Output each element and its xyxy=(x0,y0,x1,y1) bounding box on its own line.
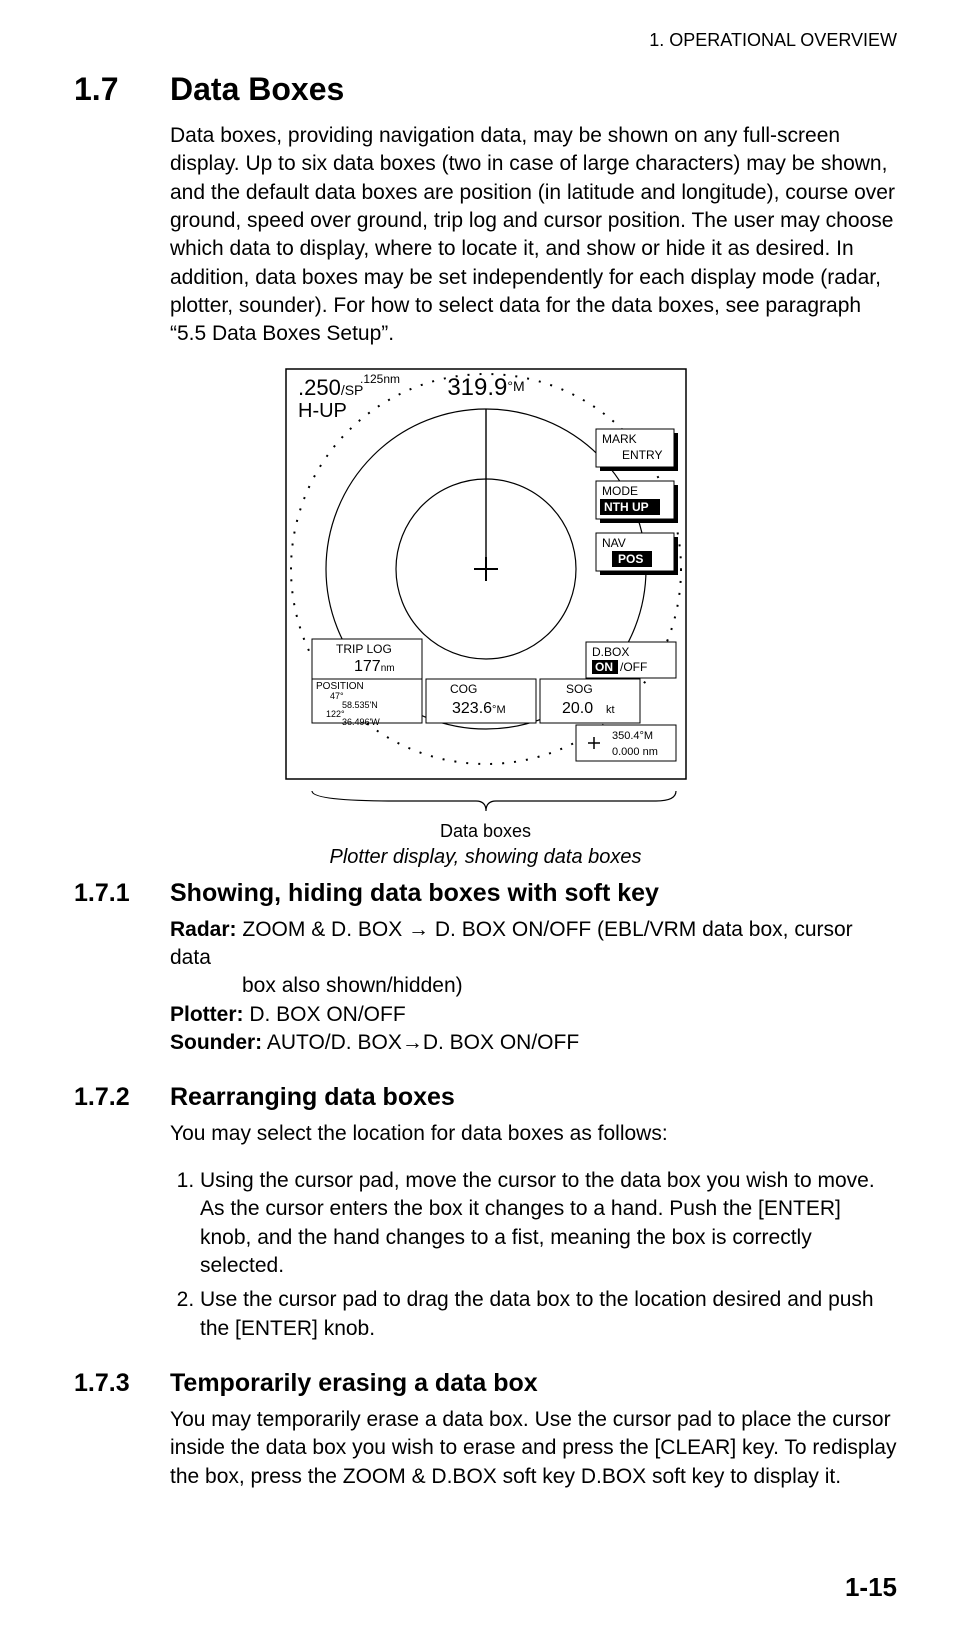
radar-line: Radar: ZOOM & D. BOX → D. BOX ON/OFF (EB… xyxy=(170,916,897,973)
box-sog: SOG 20.0 kt xyxy=(540,679,640,723)
svg-text:MARK: MARK xyxy=(602,432,637,446)
softkey-dbox: D.BOX ON /OFF xyxy=(586,642,676,678)
plotter-line: Plotter: D. BOX ON/OFF xyxy=(170,1001,897,1029)
svg-text:20.0: 20.0 xyxy=(562,700,593,717)
section-paragraph: Data boxes, providing navigation data, m… xyxy=(170,122,897,349)
subsection-173-number: 1.7.3 xyxy=(74,1369,170,1398)
softkey-nav: NAV POS xyxy=(596,533,678,575)
svg-text:D.BOX: D.BOX xyxy=(592,645,629,659)
subsection-173-paragraph: You may temporarily erase a data box. Us… xyxy=(170,1406,897,1491)
svg-text:36.496'W: 36.496'W xyxy=(342,717,380,727)
plotter-figure: .250/SP .125nm H-UP 319.9°M MARK ENTRY M… xyxy=(276,359,696,819)
softkey-mode: MODE NTH UP xyxy=(596,481,678,523)
box-position: POSITION 47° 58.535'N 122° 36.496'W xyxy=(312,679,422,727)
subsection-172-number: 1.7.2 xyxy=(74,1083,170,1112)
svg-text:MODE: MODE xyxy=(602,484,638,498)
svg-text:H-UP: H-UP xyxy=(298,400,347,422)
sounder-line: Sounder: AUTO/D. BOX→D. BOX ON/OFF xyxy=(170,1029,897,1057)
svg-text:TRIP LOG: TRIP LOG xyxy=(336,642,392,656)
figure-caption: Plotter display, showing data boxes xyxy=(74,846,897,869)
subsection-171-number: 1.7.1 xyxy=(74,879,170,908)
svg-text:NAV: NAV xyxy=(602,536,626,550)
svg-text:COG: COG xyxy=(450,682,477,696)
box-triplog: TRIP LOG 177nm xyxy=(312,639,422,679)
svg-text:.125nm: .125nm xyxy=(360,372,400,386)
svg-text:ON: ON xyxy=(595,660,613,674)
radar-line-cont: box also shown/hidden) xyxy=(242,972,897,1000)
svg-text:58.535'N: 58.535'N xyxy=(342,700,378,710)
svg-text:NTH UP: NTH UP xyxy=(604,500,649,514)
svg-text:POS: POS xyxy=(618,552,643,566)
subsection-172-intro: You may select the location for data box… xyxy=(170,1120,897,1148)
box-cursor: 350.4°M 0.000 nm xyxy=(576,725,676,761)
running-head: 1. OPERATIONAL OVERVIEW xyxy=(74,30,897,51)
svg-text:ENTRY: ENTRY xyxy=(622,448,662,462)
svg-text:SOG: SOG xyxy=(566,682,593,696)
section-number: 1.7 xyxy=(74,71,170,108)
steps-list: Using the cursor pad, move the cursor to… xyxy=(170,1167,897,1343)
box-cog: COG 323.6°M xyxy=(426,679,536,723)
subsection-171-title: Showing, hiding data boxes with soft key xyxy=(170,879,659,908)
step-1: Using the cursor pad, move the cursor to… xyxy=(200,1167,897,1280)
section-title: Data Boxes xyxy=(170,71,344,108)
softkey-mark-entry: MARK ENTRY xyxy=(596,429,678,471)
page-number: 1-15 xyxy=(845,1572,897,1603)
step-2: Use the cursor pad to drag the data box … xyxy=(200,1286,897,1343)
svg-text:350.4°M: 350.4°M xyxy=(612,730,653,742)
svg-text:kt: kt xyxy=(606,704,615,716)
svg-text:0.000 nm: 0.000 nm xyxy=(612,746,658,758)
subsection-173-title: Temporarily erasing a data box xyxy=(170,1369,538,1398)
subsection-172-title: Rearranging data boxes xyxy=(170,1083,455,1112)
svg-text:/OFF: /OFF xyxy=(620,660,647,674)
figure-brace-label: Data boxes xyxy=(74,821,897,842)
